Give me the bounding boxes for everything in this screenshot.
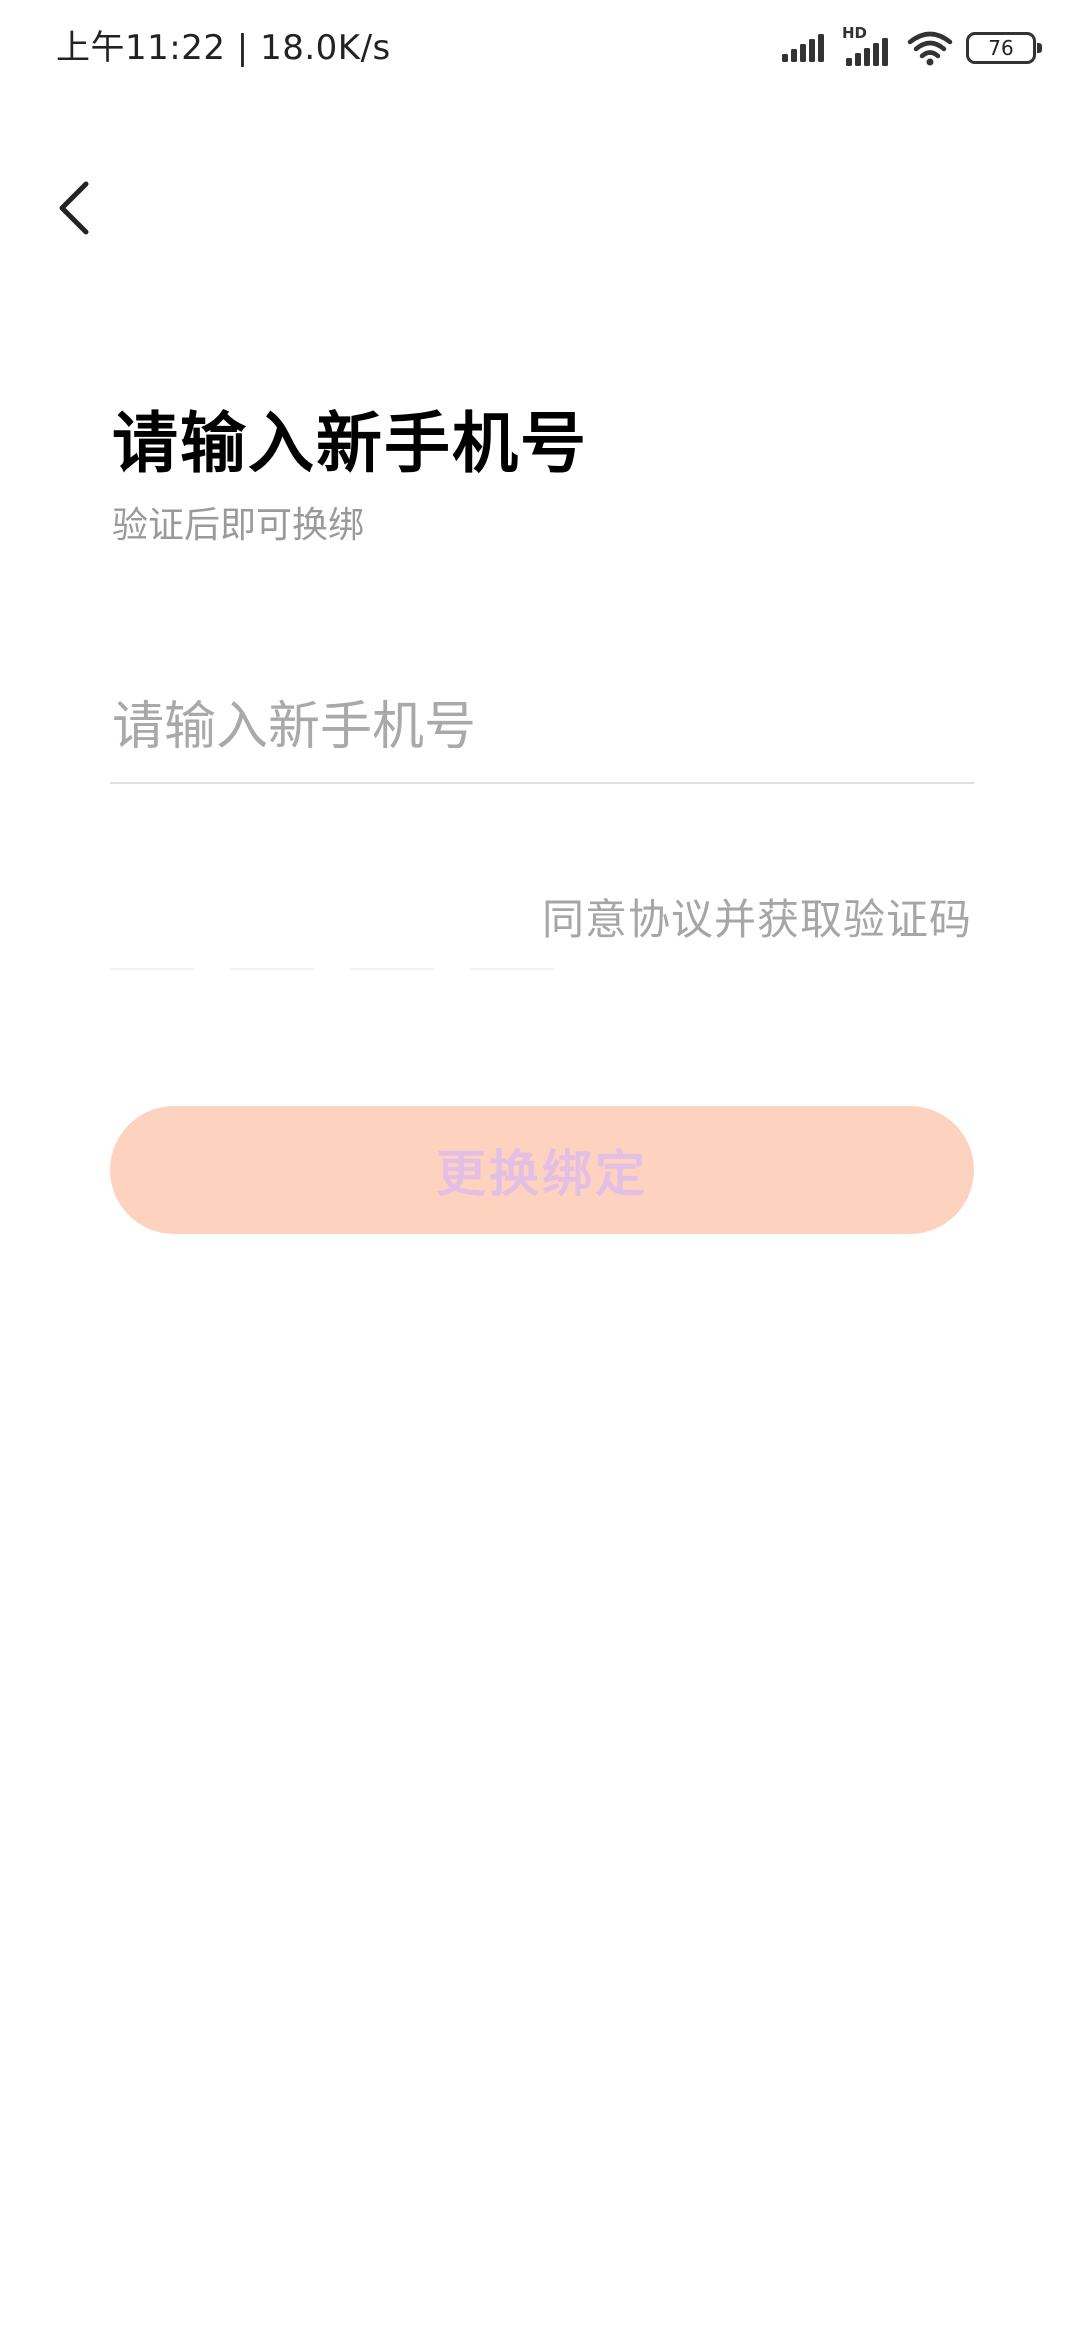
- signal-icon: [780, 32, 830, 64]
- verification-code-row: 同意协议并获取验证码: [110, 880, 972, 980]
- status-left: 上午11:22 | 18.0K/s: [56, 22, 391, 74]
- code-digit-box[interactable]: [350, 968, 434, 970]
- status-time: 上午11:22: [56, 28, 226, 68]
- status-bar: 上午11:22 | 18.0K/s HD 76: [0, 0, 1080, 96]
- page-title: 请输入新手机号: [112, 405, 588, 482]
- page-subtitle: 验证后即可换绑: [112, 505, 365, 546]
- wifi-icon: [906, 30, 954, 66]
- phone-input[interactable]: [110, 672, 974, 784]
- get-code-button[interactable]: 同意协议并获取验证码: [542, 890, 972, 950]
- change-binding-button[interactable]: 更换绑定: [110, 1106, 974, 1234]
- network-speed: 18.0K/s: [260, 28, 391, 68]
- chevron-left-icon: [54, 178, 94, 242]
- code-digit-box[interactable]: [230, 968, 314, 970]
- battery-icon: 76: [966, 32, 1042, 64]
- battery-level: 76: [988, 36, 1014, 60]
- code-digit-box[interactable]: [110, 968, 194, 970]
- status-separator: |: [236, 28, 249, 68]
- hd-signal-icon: HD: [842, 24, 894, 68]
- code-digit-box[interactable]: [470, 968, 554, 970]
- back-button[interactable]: [44, 170, 104, 250]
- status-icons: HD 76: [780, 24, 1042, 70]
